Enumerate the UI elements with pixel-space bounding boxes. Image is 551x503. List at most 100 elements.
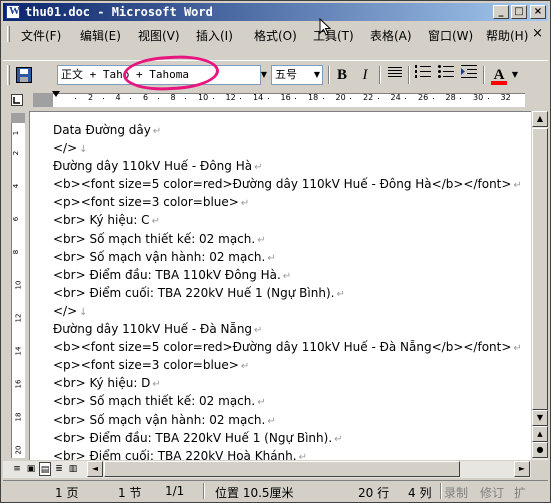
document-line[interactable]: Đường dây 110kV Huế - Đông Hà ↵ [53, 158, 522, 176]
menu-edit[interactable]: 编辑(E) [80, 27, 121, 44]
menu-view[interactable]: 视图(V) [138, 27, 180, 44]
horizontal-scrollbar[interactable]: ≡ ▣ ▤ ≣ ▥ ◄ ► [3, 461, 531, 478]
line-text: <b><font size=5 color=red>Đường dây 110k… [53, 177, 512, 192]
menu-insert[interactable]: 插入(I) [196, 27, 233, 44]
indent-button[interactable] [458, 64, 480, 86]
print-view-icon[interactable]: ▤ [39, 462, 51, 476]
menu-table[interactable]: 表格(A) [370, 27, 412, 44]
increase-indent-icon [461, 65, 477, 78]
document-line[interactable]: <b><font size=5 color=red>Đường dây 110k… [53, 339, 522, 357]
scroll-down-button[interactable]: ▼ [532, 410, 548, 426]
document-line[interactable]: </> ↓ [53, 140, 522, 158]
status-section: 1 节 [118, 486, 142, 500]
formatting-toolbar: 正文 + Taho + Tahoma ▼ 五号 ▼ B I A ▼ [3, 60, 548, 88]
document-line[interactable]: <br> Điểm cuối: TBA 220kV Huế 1 (Ngự Bìn… [53, 285, 522, 303]
line-text: </> [53, 303, 78, 318]
ruler-tick-dot [102, 98, 104, 99]
scroll-left-button[interactable]: ◄ [87, 461, 103, 477]
bullet-list-button[interactable] [435, 64, 457, 86]
select-browse-object-button[interactable]: ● [532, 442, 548, 458]
ruler-tick-label: 14 [253, 93, 264, 102]
menu-file[interactable]: 文件(F) [21, 27, 61, 44]
horizontal-scroll-thumb[interactable] [104, 461, 460, 477]
doc-close-icon[interactable]: × [532, 26, 543, 41]
title-bar[interactable]: thu01.doc - Microsoft Word _ □ × [3, 3, 548, 21]
style-dropdown-arrow-icon[interactable]: ▼ [259, 65, 269, 85]
numbered-list-button[interactable] [412, 64, 434, 86]
vertical-scrollbar[interactable]: ▲ ▼ ▲ ● [531, 111, 548, 460]
vruler-tick-label: 8 [12, 249, 21, 255]
normal-view-icon[interactable]: ≡ [11, 462, 23, 476]
document-line[interactable]: <p><font size=3 color=blue> ↵ [53, 194, 522, 212]
line-text: <br> Điểm đầu: TBA 110kV Đông Hà. [53, 267, 281, 282]
status-line: 20 行 [358, 486, 390, 500]
document-line[interactable]: <p><font size=3 color=blue> ↵ [53, 357, 522, 375]
menu-window[interactable]: 窗口(W) [428, 27, 473, 44]
toolbar-separator [379, 66, 381, 84]
scroll-right-button[interactable]: ► [514, 461, 530, 477]
font-color-button[interactable]: A [488, 64, 510, 86]
document-line[interactable]: <br> Ký hiệu: D ↵ [53, 375, 522, 393]
minimize-button[interactable]: _ [493, 5, 509, 19]
paragraph-mark: ↵ [151, 216, 160, 228]
align-justify-button[interactable] [384, 64, 406, 86]
tab-selector[interactable] [11, 94, 23, 106]
scroll-up-button[interactable]: ▲ [532, 111, 548, 127]
font-color-arrow-icon[interactable]: ▼ [510, 65, 520, 85]
outline-view-icon[interactable]: ≣ [53, 462, 65, 476]
status-rec[interactable]: 录制 [444, 484, 468, 501]
previous-page-button[interactable]: ▲ [532, 426, 548, 442]
ruler-tick-dot [295, 98, 296, 99]
menu-help[interactable]: 帮助(H) [486, 27, 528, 44]
document-line[interactable]: </> ↓ [53, 303, 522, 321]
document-page[interactable]: Data Đường dây ↵ </> ↓ Đường dây 110kV Huế -… [29, 111, 531, 460]
italic-button[interactable]: I [354, 64, 376, 86]
document-line[interactable]: <br> Điểm đầu: TBA 110kV Đông Hà. ↵ [53, 267, 522, 285]
document-line[interactable]: Data Đường dây ↵ [53, 122, 522, 140]
word-app-icon[interactable] [6, 5, 20, 19]
line-text: <br> Điểm cuối: TBA 220kV Huế 1 (Ngự Bìn… [53, 285, 335, 300]
menu-grip[interactable] [7, 26, 10, 42]
document-line[interactable]: <br> Điểm đầu: TBA 220kV Huế 1 (Ngự Bình… [53, 430, 522, 448]
paragraph-mark: ↓ [79, 144, 88, 156]
ruler-tick-label: 8 [170, 93, 176, 102]
save-button[interactable] [13, 64, 35, 86]
font-size-dropdown-arrow-icon[interactable]: ▼ [312, 65, 322, 85]
ruler-tick-label: 4 [115, 93, 121, 102]
document-line[interactable]: <br> Ký hiệu: C ↵ [53, 212, 522, 230]
document-line[interactable]: <br> Số mạch thiết kế: 02 mạch. ↵ [53, 231, 522, 249]
vruler-tick-label: 14 [14, 346, 23, 356]
document-text[interactable]: Data Đường dây ↵ </> ↓ Đường dây 110kV Huế -… [53, 122, 522, 460]
document-line[interactable]: Đường dây 110kV Huế - Đà Nẵng ↵ [53, 321, 522, 339]
menu-format[interactable]: 格式(O) [254, 27, 297, 44]
document-line[interactable]: <br> Điểm cuối: TBA 220kV Hoà Khánh. ↵ [53, 448, 522, 460]
window-title: thu01.doc - Microsoft Word [25, 5, 213, 19]
paragraph-mark: ↵ [152, 126, 162, 137]
paragraph-mark: ↵ [336, 288, 345, 300]
document-line[interactable]: <br> Số mạch vận hành: 02 mạch. ↵ [53, 249, 522, 267]
web-view-icon[interactable]: ▣ [25, 462, 37, 476]
status-ext[interactable]: 扩 [514, 484, 526, 501]
toolbar-grip[interactable] [7, 65, 10, 85]
vertical-ruler-margin [11, 113, 25, 123]
line-text: <br> Số mạch thiết kế: 02 mạch. [53, 394, 256, 409]
bold-button[interactable]: B [331, 64, 353, 86]
line-text: <br> Điểm cuối: TBA 220kV Hoà Khánh. [53, 448, 297, 460]
ruler-tick-dot [322, 98, 324, 99]
horizontal-ruler[interactable]: 2 4 6 8 10 12 14 16 18 20 22 24 26 28 30 32 [3, 91, 548, 109]
reading-view-icon[interactable]: ▥ [67, 462, 79, 476]
ruler-margin [33, 93, 53, 107]
line-text: <br> Ký hiệu: D [53, 376, 151, 391]
scroll-thumb[interactable] [532, 128, 548, 410]
ruler-tick-label: 26 [418, 93, 429, 102]
align-justify-icon [388, 67, 402, 77]
document-line[interactable]: <br> Số mạch thiết kế: 02 mạch. ↵ [53, 393, 522, 411]
first-line-indent-marker[interactable] [52, 91, 60, 97]
status-trk[interactable]: 修订 [480, 484, 504, 501]
numbered-list-icon [415, 65, 431, 78]
document-line[interactable]: <b><font size=5 color=red>Đường dây 110k… [53, 176, 522, 194]
close-button[interactable]: × [530, 5, 546, 19]
maximize-button[interactable]: □ [511, 5, 527, 19]
document-line[interactable]: <br> Số mạch vận hành: 02 mạch. ↵ [53, 412, 522, 430]
line-text: <br> Số mạch thiết kế: 02 mạch. [53, 231, 256, 246]
